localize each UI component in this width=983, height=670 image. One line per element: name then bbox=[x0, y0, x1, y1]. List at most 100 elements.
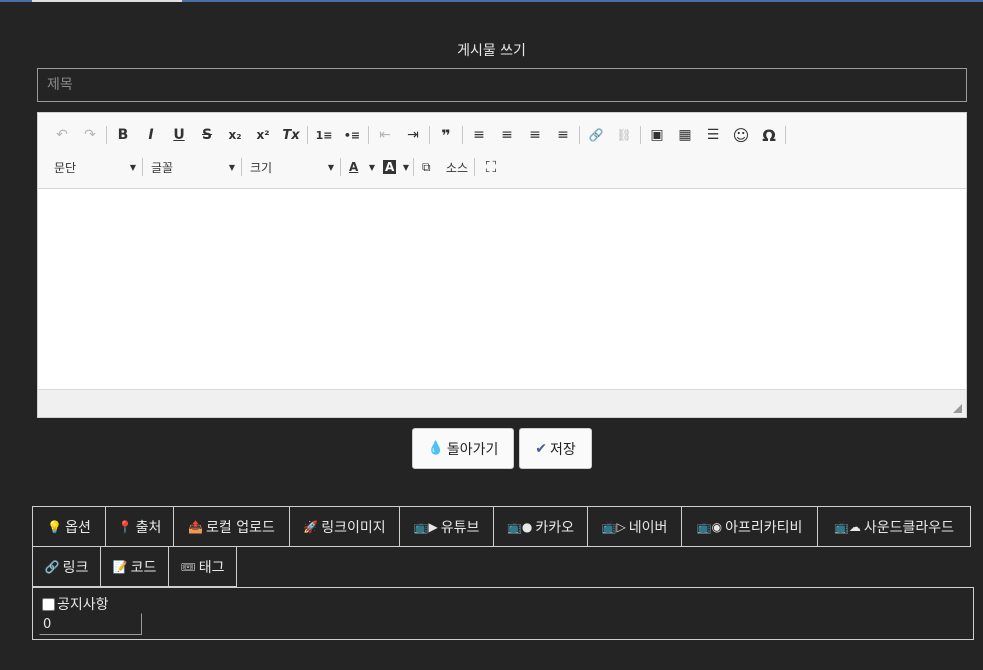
strikethrough-icon[interactable]: S bbox=[193, 123, 221, 147]
outdent-icon[interactable]: ⇤ bbox=[371, 123, 399, 147]
undo-icon[interactable]: ↶ bbox=[48, 123, 76, 147]
toolbar-separator bbox=[579, 126, 580, 144]
order-number-input[interactable] bbox=[39, 613, 142, 635]
maximize-icon[interactable]: ⛶ bbox=[477, 155, 505, 179]
numbered-list-icon[interactable]: 1≡ bbox=[310, 123, 338, 147]
tab-row-1: 💡 옵션 📍 출처 📤 로컬 업로드 🚀 링크이미지 📺▶ 유튜브 📺● 카카오… bbox=[32, 506, 974, 547]
special-character-icon[interactable]: Ω bbox=[755, 123, 783, 147]
tab-link[interactable]: 🔗 링크 bbox=[32, 546, 101, 587]
image-icon[interactable]: ▣ bbox=[643, 123, 671, 147]
clear-format-icon[interactable]: Tx bbox=[277, 123, 305, 147]
bold-icon[interactable]: B bbox=[109, 123, 137, 147]
align-center-icon[interactable]: ≡ bbox=[493, 123, 521, 147]
tab-options[interactable]: 💡 옵션 bbox=[32, 506, 106, 547]
upload-icon: 📤 bbox=[188, 519, 204, 534]
italic-icon[interactable]: I bbox=[137, 123, 165, 147]
chevron-down-icon: ▼ bbox=[327, 162, 334, 172]
chevron-down-icon: ▼ bbox=[228, 162, 235, 172]
tab-youtube[interactable]: 📺▶ 유튜브 bbox=[399, 506, 494, 547]
tab-label: 링크이미지 bbox=[321, 519, 386, 536]
tab-label: 링크 bbox=[62, 559, 89, 576]
afreecatv-icon: 📺◉ bbox=[696, 519, 723, 534]
font-select[interactable]: 글꼴 ▼ bbox=[145, 155, 239, 179]
tab-naver[interactable]: 📺▷ 네이버 bbox=[587, 506, 682, 547]
link-icon[interactable]: 🔗 bbox=[582, 123, 610, 147]
ticket-icon: 🎟 bbox=[180, 559, 196, 574]
toolbar-separator bbox=[429, 126, 430, 144]
indent-icon[interactable]: ⇥ bbox=[399, 123, 427, 147]
pin-icon: 📍 bbox=[117, 519, 133, 534]
tab-label: 출처 bbox=[135, 519, 162, 536]
notice-checkbox[interactable] bbox=[42, 597, 55, 611]
chevron-down-icon: ▼ bbox=[368, 162, 375, 172]
paragraph-format-select[interactable]: 문단 ▼ bbox=[48, 155, 140, 179]
save-button-label: 저장 bbox=[549, 441, 576, 458]
tab-label: 네이버 bbox=[628, 519, 668, 536]
background-color-button[interactable]: A ▼ bbox=[377, 155, 411, 179]
align-justify-icon[interactable]: ≡ bbox=[549, 123, 577, 147]
smiley-icon[interactable]: ☺ bbox=[727, 123, 755, 147]
checkmark-icon: ✔ bbox=[535, 440, 547, 457]
tab-row-2: 🔗 링크 📝 코드 🎟 태그 bbox=[32, 546, 974, 587]
toolbar-separator bbox=[785, 126, 786, 144]
chevron-down-icon: ▼ bbox=[402, 162, 409, 172]
toolbar-separator bbox=[368, 126, 369, 144]
resize-handle-icon[interactable] bbox=[953, 404, 962, 413]
blockquote-icon[interactable]: ❞ bbox=[432, 123, 460, 147]
water-drop-icon: 💧 bbox=[427, 441, 444, 456]
save-button[interactable]: ✔ 저장 bbox=[519, 428, 592, 469]
align-left-icon[interactable]: ≡ bbox=[465, 123, 493, 147]
toolbar-row-1: ↶ ↷ B I U S x₂ x² Tx 1≡ •≡ ⇤ ⇥ ❞ ≡ ≡ ≡ ≡… bbox=[48, 122, 788, 148]
redo-icon[interactable]: ↷ bbox=[76, 123, 104, 147]
memo-icon: 📝 bbox=[112, 559, 128, 574]
toolbar-separator bbox=[307, 126, 308, 144]
back-button[interactable]: 💧 돌아가기 bbox=[412, 428, 514, 469]
source-button[interactable]: ⧉ 소스 bbox=[416, 155, 472, 179]
tab-label: 옵션 bbox=[65, 519, 91, 536]
title-input[interactable] bbox=[37, 68, 967, 102]
toolbar-separator bbox=[413, 158, 414, 176]
underline-icon[interactable]: U bbox=[165, 123, 193, 147]
tab-label: 카카오 bbox=[535, 519, 575, 536]
attachment-tabs: 💡 옵션 📍 출처 📤 로컬 업로드 🚀 링크이미지 📺▶ 유튜브 📺● 카카오… bbox=[32, 506, 974, 587]
table-icon[interactable]: ▦ bbox=[671, 123, 699, 147]
subscript-icon[interactable]: x₂ bbox=[221, 123, 249, 147]
background-color-icon: A bbox=[383, 160, 397, 174]
tab-link-image[interactable]: 🚀 링크이미지 bbox=[289, 506, 400, 547]
tab-label: 유튜브 bbox=[440, 519, 480, 536]
tab-local-upload[interactable]: 📤 로컬 업로드 bbox=[173, 506, 290, 547]
kakao-icon: 📺● bbox=[506, 519, 533, 534]
tab-kakao[interactable]: 📺● 카카오 bbox=[493, 506, 588, 547]
options-panel: 공지사항 bbox=[32, 587, 974, 640]
toolbar-separator bbox=[142, 158, 143, 176]
horizontal-rule-icon[interactable]: ☰ bbox=[699, 123, 727, 147]
active-tab-indicator bbox=[32, 0, 182, 2]
font-size-label: 크기 bbox=[250, 160, 273, 175]
notice-option[interactable]: 공지사항 bbox=[42, 594, 109, 614]
superscript-icon[interactable]: x² bbox=[249, 123, 277, 147]
paragraph-format-label: 문단 bbox=[54, 160, 77, 175]
font-size-select[interactable]: 크기 ▼ bbox=[244, 155, 338, 179]
tab-tag[interactable]: 🎟 태그 bbox=[168, 546, 237, 587]
tab-afreecatv[interactable]: 📺◉ 아프리카티비 bbox=[681, 506, 818, 547]
chevron-down-icon: ▼ bbox=[129, 162, 136, 172]
align-right-icon[interactable]: ≡ bbox=[521, 123, 549, 147]
page-title: 게시물 쓰기 bbox=[457, 43, 526, 59]
tab-source[interactable]: 📍 출처 bbox=[105, 506, 174, 547]
tab-label: 코드 bbox=[130, 559, 157, 576]
tab-label: 태그 bbox=[198, 559, 225, 576]
unlink-icon[interactable]: ⛓ bbox=[610, 123, 638, 147]
toolbar-separator bbox=[241, 158, 242, 176]
tab-label: 사운드클라우드 bbox=[863, 519, 955, 536]
editor-content-area[interactable] bbox=[38, 189, 966, 389]
bullet-list-icon[interactable]: •≡ bbox=[338, 123, 366, 147]
toolbar-separator bbox=[106, 126, 107, 144]
youtube-icon: 📺▶ bbox=[413, 519, 438, 534]
text-color-button[interactable]: A ▼ bbox=[343, 155, 377, 179]
tab-code[interactable]: 📝 코드 bbox=[100, 546, 169, 587]
font-label: 글꼴 bbox=[151, 160, 174, 175]
editor-status-bar bbox=[38, 389, 966, 417]
tab-soundcloud[interactable]: 📺☁ 사운드클라우드 bbox=[817, 506, 971, 547]
toolbar-row-2: 문단 ▼ 글꼴 ▼ 크기 ▼ A ▼ A ▼ ⧉ 소스 ⛶ bbox=[48, 154, 505, 180]
editor-toolbar: ↶ ↷ B I U S x₂ x² Tx 1≡ •≡ ⇤ ⇥ ❞ ≡ ≡ ≡ ≡… bbox=[38, 113, 966, 189]
